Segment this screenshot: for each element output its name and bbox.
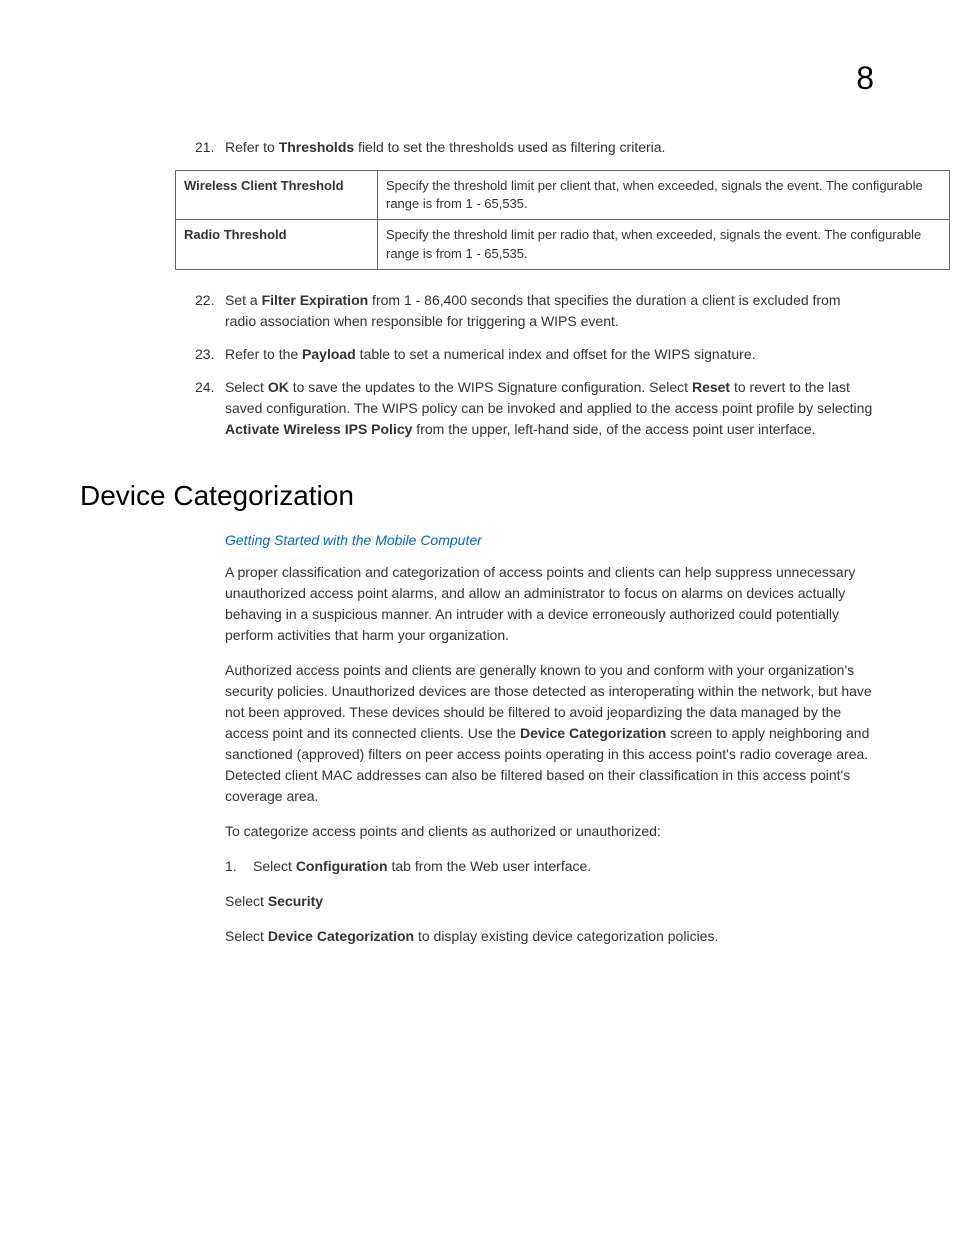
list-number: 24. [195, 377, 214, 398]
step-item-1: 1. Select Configuration tab from the Web… [225, 856, 874, 877]
text-bold: Payload [302, 346, 356, 362]
list-text: Refer to the Payload table to set a nume… [225, 344, 874, 365]
list-item-24: 24. Select OK to save the updates to the… [225, 377, 874, 440]
text-bold: Device Categorization [520, 725, 666, 741]
text-bold: OK [268, 379, 289, 395]
text-pre: Set a [225, 292, 262, 308]
text-pre: Refer to [225, 139, 279, 155]
list-text: Select OK to save the updates to the WIP… [225, 377, 874, 440]
step-item-select-device-cat: Select Device Categorization to display … [225, 926, 874, 947]
text-pre: Select [225, 928, 268, 944]
row-desc: Specify the threshold limit per radio th… [378, 220, 950, 269]
text-post: field to set the thresholds used as filt… [354, 139, 665, 155]
list-number: 22. [195, 290, 214, 311]
text-bold: Security [268, 893, 323, 909]
text-pre: Refer to the [225, 346, 302, 362]
text-pre: Select [225, 893, 268, 909]
text-mid: to save the updates to the WIPS Signatur… [289, 379, 692, 395]
table-row: Wireless Client Threshold Specify the th… [176, 171, 950, 220]
text-bold: Device Categorization [268, 928, 414, 944]
row-label: Radio Threshold [176, 220, 378, 269]
text-post: from the upper, left-hand side, of the a… [412, 421, 815, 437]
list-number: 23. [195, 344, 214, 365]
body-paragraph: A proper classification and categorizati… [225, 562, 874, 646]
list-item-23: 23. Refer to the Payload table to set a … [225, 344, 874, 365]
list-item-21: 21. Refer to Thresholds field to set the… [225, 137, 874, 158]
subtitle-link[interactable]: Getting Started with the Mobile Computer [225, 532, 874, 548]
section-heading: Device Categorization [80, 480, 874, 512]
text-pre: Select [253, 858, 296, 874]
thresholds-table: Wireless Client Threshold Specify the th… [175, 170, 950, 270]
text-bold: Reset [692, 379, 730, 395]
list-number: 21. [195, 137, 214, 158]
chapter-number: 8 [80, 60, 874, 97]
list-text: Set a Filter Expiration from 1 - 86,400 … [225, 290, 874, 332]
step-number: 1. [225, 856, 237, 877]
table-row: Radio Threshold Specify the threshold li… [176, 220, 950, 269]
text-post: tab from the Web user interface. [388, 858, 592, 874]
step-text: Select Configuration tab from the Web us… [253, 856, 874, 877]
step-item-select-security: Select Security [225, 891, 874, 912]
text-bold: Thresholds [279, 139, 354, 155]
body-paragraph: Authorized access points and clients are… [225, 660, 874, 807]
text-pre: Select [225, 379, 268, 395]
row-label: Wireless Client Threshold [176, 171, 378, 220]
body-paragraph: To categorize access points and clients … [225, 821, 874, 842]
text-post: to display existing device categorizatio… [414, 928, 718, 944]
text-bold: Activate Wireless IPS Policy [225, 421, 412, 437]
list-item-22: 22. Set a Filter Expiration from 1 - 86,… [225, 290, 874, 332]
text-post: table to set a numerical index and offse… [356, 346, 756, 362]
text-bold: Configuration [296, 858, 388, 874]
list-text: Refer to Thresholds field to set the thr… [225, 137, 874, 158]
row-desc: Specify the threshold limit per client t… [378, 171, 950, 220]
text-bold: Filter Expiration [262, 292, 369, 308]
